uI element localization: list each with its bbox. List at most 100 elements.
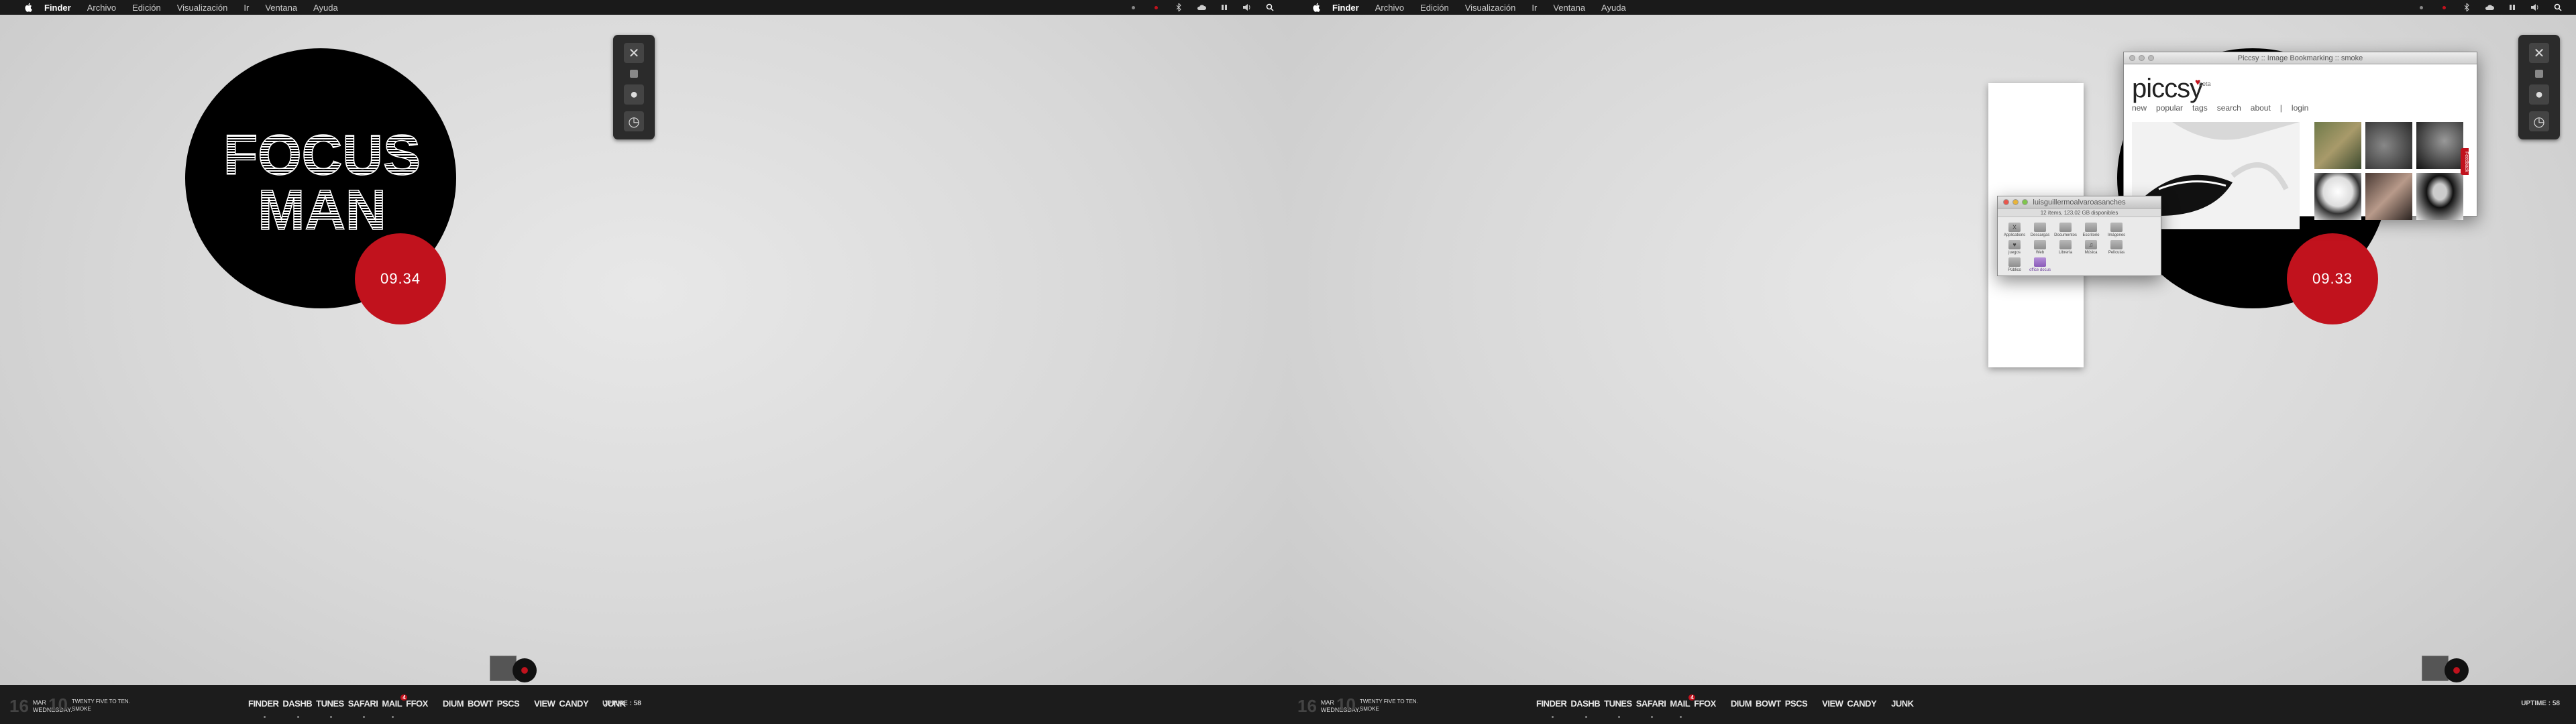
app-itunes[interactable]: TUNES <box>1604 699 1632 718</box>
menu-edicion[interactable]: Edición <box>1420 3 1449 13</box>
nav-login[interactable]: login <box>2292 103 2308 113</box>
x-app-icon[interactable]: ✕ <box>624 43 644 63</box>
feedback-tab[interactable]: Feedback <box>2461 148 2469 175</box>
app-adium[interactable]: DIUM <box>1731 699 1752 709</box>
menu-archivo[interactable]: Archivo <box>1375 3 1404 13</box>
folder-libreria[interactable]: Librería <box>2053 240 2078 255</box>
clock-widget-icon[interactable]: ◷ <box>2529 111 2549 131</box>
app-safari[interactable]: SAFARI <box>348 699 378 718</box>
apple-widget-icon[interactable]: ● <box>624 84 644 105</box>
cloud-icon[interactable] <box>1197 3 1206 11</box>
app-bowtie[interactable]: BOWT <box>1756 699 1781 709</box>
minimize-button[interactable] <box>2139 55 2145 61</box>
bluetooth-icon[interactable] <box>2462 3 2471 11</box>
close-button[interactable] <box>2003 199 2009 205</box>
menu-tray <box>1128 0 1288 15</box>
app-finder[interactable]: FINDER <box>248 699 279 718</box>
app-dashboard[interactable]: DASHB <box>1570 699 1601 718</box>
nav-tags[interactable]: tags <box>2192 103 2208 113</box>
menu-app-name[interactable]: Finder <box>44 3 71 13</box>
folder-escritorio[interactable]: Escritorio <box>2078 223 2104 237</box>
spotlight-search-icon[interactable] <box>1265 3 1275 11</box>
app-firefox[interactable]: FFOX <box>406 699 428 709</box>
app-candybar[interactable]: CANDY <box>1847 699 1876 709</box>
nav-new[interactable]: new <box>2132 103 2147 113</box>
folder-juegos[interactable]: ♥ juegos <box>2002 240 2027 255</box>
folder-peliculas[interactable]: Películas <box>2104 240 2129 255</box>
app-firefox[interactable]: FFOX <box>1694 699 1716 709</box>
thumbnail[interactable] <box>2416 122 2463 169</box>
folder-applications[interactable]: X Applications <box>2002 223 2027 237</box>
folder-publico[interactable]: Público <box>2002 257 2027 272</box>
app-adium[interactable]: DIUM <box>443 699 464 709</box>
finder-window: luisguillermoalvaroasanches 12 ítems, 12… <box>1997 196 2161 276</box>
menu-ir[interactable]: Ir <box>244 3 249 13</box>
app-launcher: FINDER DASHB TUNES SAFARI MAIL 4 FFOX DIU… <box>248 695 626 718</box>
pause-icon[interactable] <box>1220 3 1229 11</box>
app-mail[interactable]: MAIL 4 <box>1670 695 1696 718</box>
nav-search[interactable]: search <box>2217 103 2241 113</box>
app-bowtie[interactable]: BOWT <box>468 699 493 709</box>
bottom-bar: 16 MAR WEDNESDAY. 10 TWENTY FIVE TO TEN. S… <box>0 685 1288 724</box>
finder-titlebar[interactable]: luisguillermoalvaroasanches <box>1998 196 2161 208</box>
zoom-button[interactable] <box>2022 199 2028 205</box>
status-light-icon[interactable] <box>1128 3 1138 11</box>
small-square-icon[interactable] <box>630 70 638 78</box>
nav-popular[interactable]: popular <box>2156 103 2183 113</box>
menu-ventana[interactable]: Ventana <box>1553 3 1585 13</box>
folder-musica[interactable]: ♫ Música <box>2078 240 2104 255</box>
thumbnail[interactable] <box>2314 173 2361 220</box>
app-safari[interactable]: SAFARI <box>1636 699 1666 718</box>
menu-archivo[interactable]: Archivo <box>87 3 116 13</box>
thumbnail[interactable] <box>2365 173 2412 220</box>
folder-documentos[interactable]: Documentos <box>2053 223 2078 237</box>
app-itunes[interactable]: TUNES <box>316 699 344 718</box>
app-trash[interactable]: JUNK <box>1891 699 1914 709</box>
app-photoshop[interactable]: PSCS <box>497 699 520 709</box>
cloud-icon[interactable] <box>2485 3 2494 11</box>
x-app-icon[interactable]: ✕ <box>2529 43 2549 63</box>
zoom-button[interactable] <box>2148 55 2154 61</box>
app-preview[interactable]: VIEW <box>1822 699 1843 709</box>
app-finder[interactable]: FINDER <box>1536 699 1567 718</box>
bluetooth-icon[interactable] <box>1174 3 1183 11</box>
app-dashboard[interactable]: DASHB <box>282 699 313 718</box>
record-icon[interactable] <box>1151 3 1161 11</box>
thumbnail[interactable] <box>2365 122 2412 169</box>
app-mail[interactable]: MAIL 4 <box>382 695 408 718</box>
close-button[interactable] <box>2129 55 2135 61</box>
menu-ventana[interactable]: Ventana <box>265 3 297 13</box>
thumbnail[interactable] <box>2314 122 2361 169</box>
menu-ayuda[interactable]: Ayuda <box>313 3 338 13</box>
menu-ayuda[interactable]: Ayuda <box>1601 3 1626 13</box>
folder-office-docus[interactable]: office docus <box>2027 257 2053 272</box>
piccsy-titlebar[interactable]: Piccsy :: Image Bookmarking :: smoke <box>2124 52 2477 64</box>
menu-edicion[interactable]: Edición <box>132 3 161 13</box>
minimize-button[interactable] <box>2012 199 2019 205</box>
thumbnail[interactable] <box>2416 173 2463 220</box>
pause-icon[interactable] <box>2508 3 2517 11</box>
status-light-icon[interactable] <box>2416 3 2426 11</box>
app-preview[interactable]: VIEW <box>534 699 555 709</box>
menu-visualizacion[interactable]: Visualización <box>177 3 228 13</box>
apple-icon[interactable] <box>24 3 34 12</box>
uptime-label: UPTIME : 58 <box>2521 700 2560 707</box>
record-icon[interactable] <box>2439 3 2449 11</box>
menu-visualizacion[interactable]: Visualización <box>1465 3 1516 13</box>
menu-app-name[interactable]: Finder <box>1332 3 1359 13</box>
piccsy-logo[interactable]: piccsy <box>2132 74 2203 104</box>
spotlight-search-icon[interactable] <box>2553 3 2563 11</box>
volume-icon[interactable] <box>2530 3 2540 11</box>
apple-icon[interactable] <box>1312 3 1322 12</box>
folder-descargas[interactable]: Descargas <box>2027 223 2053 237</box>
volume-icon[interactable] <box>1242 3 1252 11</box>
folder-web[interactable]: Web <box>2027 240 2053 255</box>
folder-imagenes[interactable]: Imágenes <box>2104 223 2129 237</box>
clock-widget-icon[interactable]: ◷ <box>624 111 644 131</box>
app-photoshop[interactable]: PSCS <box>1785 699 1808 709</box>
app-candybar[interactable]: CANDY <box>559 699 588 709</box>
nav-about[interactable]: about <box>2251 103 2271 113</box>
small-square-icon[interactable] <box>2535 70 2543 78</box>
apple-widget-icon[interactable]: ● <box>2529 84 2549 105</box>
menu-ir[interactable]: Ir <box>1532 3 1537 13</box>
